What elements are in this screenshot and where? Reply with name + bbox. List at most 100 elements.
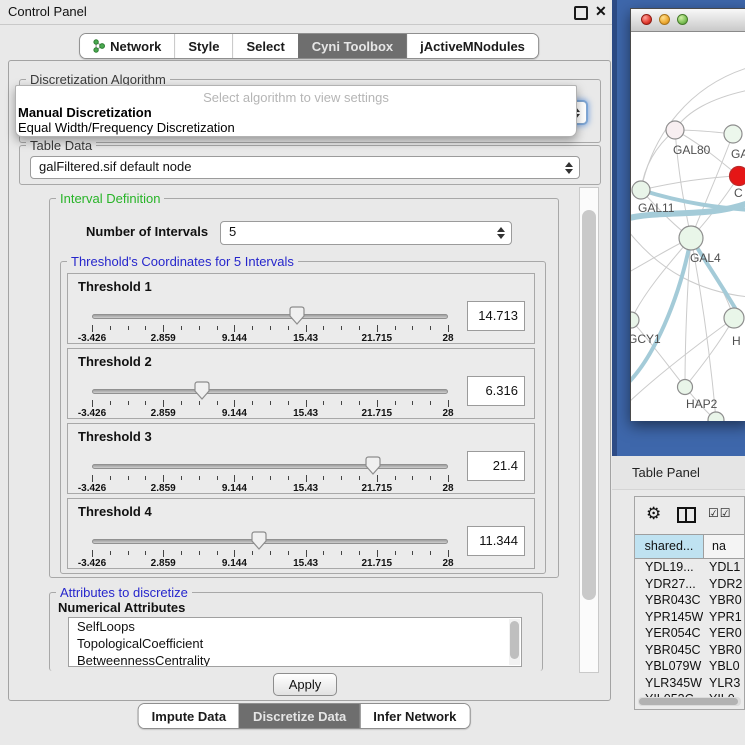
gear-icon[interactable]: ⚙ [646, 504, 661, 524]
network-node-gal80[interactable] [666, 121, 684, 139]
network-node-right[interactable] [724, 308, 744, 328]
cell-shared-name[interactable]: YPR145W [635, 609, 703, 626]
table-scrollbar-thumb[interactable] [639, 698, 738, 705]
slider-track[interactable] [92, 539, 448, 544]
table-row[interactable]: YBL079WYBL0 [635, 658, 744, 675]
cell-name[interactable]: YDR2 [703, 576, 744, 593]
algorithm-dropdown-popup: Select algorithm to view settings Manual… [15, 85, 577, 137]
table-row[interactable]: YER054CYER0 [635, 625, 744, 642]
threshold-slider[interactable]: -3.4262.8599.14415.4321.71528 [92, 385, 448, 417]
cell-name[interactable]: YBR0 [703, 592, 744, 609]
threshold-value-field[interactable]: 11.344 [467, 526, 525, 556]
threshold-slider[interactable]: -3.4262.8599.14415.4321.71528 [92, 310, 448, 342]
slider-tick [377, 325, 378, 332]
split-columns-icon[interactable] [677, 507, 696, 523]
list-scrollbar-thumb[interactable] [510, 621, 519, 659]
tab-style[interactable]: Style [174, 34, 232, 58]
minimize-traffic-light[interactable] [659, 14, 670, 25]
slider-track[interactable] [92, 464, 448, 469]
tab-impute-data[interactable]: Impute Data [139, 704, 239, 728]
threshold-label: Threshold 4 [78, 504, 152, 519]
attribute-item-betweennesscentrality[interactable]: BetweennessCentrality [69, 652, 521, 667]
slider-tick-label: 15.43 [293, 483, 318, 494]
slider-tick-label: 15.43 [293, 408, 318, 419]
slider-tick [341, 401, 342, 405]
close-traffic-light[interactable] [641, 14, 652, 25]
cell-name[interactable]: YPR1 [703, 609, 744, 626]
network-node-gal4[interactable] [679, 226, 703, 250]
panel-scrollbar-thumb[interactable] [582, 210, 596, 600]
apply-button[interactable]: Apply [273, 673, 337, 696]
network-node-hap2[interactable] [678, 380, 693, 395]
slider-tick [306, 550, 307, 557]
zoom-traffic-light[interactable] [677, 14, 688, 25]
slider-tick-label: 9.144 [222, 333, 247, 344]
slider-thumb[interactable] [365, 456, 381, 480]
numerical-attributes-list[interactable]: SelfLoopsTopologicalCoefficientBetweenne… [68, 617, 522, 667]
threshold-value-field[interactable]: 21.4 [467, 451, 525, 481]
slider-tick [128, 401, 129, 405]
threshold-value-field[interactable]: 14.713 [467, 301, 525, 331]
slider-tick [163, 550, 164, 557]
table-row[interactable]: YPR145WYPR1 [635, 609, 744, 626]
threshold-slider[interactable]: -3.4262.8599.14415.4321.71528 [92, 535, 448, 567]
table-row[interactable]: YDL19...YDL1 [635, 559, 744, 576]
slider-thumb[interactable] [194, 381, 210, 405]
network-node-bottom[interactable] [708, 412, 724, 421]
column-header-name[interactable]: na [704, 535, 744, 558]
tab-network[interactable]: Network [80, 34, 174, 58]
slider-tick-label: -3.426 [78, 558, 106, 569]
cell-shared-name[interactable]: YDL19... [635, 559, 703, 576]
panel-scrollbar[interactable] [579, 187, 599, 673]
dropdown-option-manual-discretization[interactable]: Manual Discretization [16, 105, 576, 120]
cell-shared-name[interactable]: YER054C [635, 625, 703, 642]
network-canvas[interactable]: GAL80 GA C GAL11 GAL4 GCY1 H HAP2 [631, 32, 745, 421]
slider-track[interactable] [92, 389, 448, 394]
network-window-titlebar [631, 9, 745, 32]
tab-discretize-data[interactable]: Discretize Data [239, 704, 359, 728]
tab-jactivemnodules[interactable]: jActiveMNodules [406, 34, 538, 58]
dropdown-option-equal-width-frequency-discretization[interactable]: Equal Width/Frequency Discretization [16, 120, 576, 135]
table-horizontal-scrollbar[interactable] [638, 697, 741, 706]
table-row[interactable]: YDR27...YDR2 [635, 576, 744, 593]
cell-shared-name[interactable]: YLR345W [635, 675, 703, 692]
network-node-red[interactable] [730, 167, 745, 186]
network-node-partial-top[interactable] [724, 125, 742, 143]
slider-thumb[interactable] [251, 531, 267, 555]
tab-infer-network[interactable]: Infer Network [359, 704, 469, 728]
cell-name[interactable]: YDL1 [703, 559, 744, 576]
column-header-shared[interactable]: shared... [635, 535, 704, 558]
slider-tick [128, 326, 129, 330]
table-data-select[interactable]: galFiltered.sif default node [30, 156, 580, 179]
cell-name[interactable]: YBL0 [703, 658, 744, 675]
select-columns-icon[interactable]: ☑☑ [708, 506, 732, 520]
list-scrollbar[interactable] [509, 619, 520, 665]
dropdown-hint: Select algorithm to view settings [16, 90, 576, 105]
cell-name[interactable]: YER0 [703, 625, 744, 642]
tab-select[interactable]: Select [232, 34, 297, 58]
cell-name[interactable]: YBR0 [703, 642, 744, 659]
float-window-icon[interactable] [574, 6, 588, 20]
cell-name[interactable]: YLR3 [703, 675, 744, 692]
cell-shared-name[interactable]: YBR045C [635, 642, 703, 659]
cell-shared-name[interactable]: YDR27... [635, 576, 703, 593]
close-icon[interactable]: ✕ [595, 3, 607, 19]
threshold-slider[interactable]: -3.4262.8599.14415.4321.71528 [92, 460, 448, 492]
table-row[interactable]: YLR345WYLR3 [635, 675, 744, 692]
table-row[interactable]: YBR045CYBR0 [635, 642, 744, 659]
network-node-gcy1[interactable] [631, 312, 639, 328]
slider-tick [110, 476, 111, 480]
tab-cyni-toolbox[interactable]: Cyni Toolbox [298, 34, 406, 58]
table-row[interactable]: YBR043CYBR0 [635, 592, 744, 609]
attribute-item-selfloops[interactable]: SelfLoops [69, 618, 521, 635]
network-node-gal11[interactable] [632, 181, 650, 199]
cell-shared-name[interactable]: YBL079W [635, 658, 703, 675]
slider-track[interactable] [92, 314, 448, 319]
slider-tick-label: 28 [442, 333, 453, 344]
cell-shared-name[interactable]: YBR043C [635, 592, 703, 609]
slider-thumb[interactable] [289, 306, 305, 330]
num-intervals-select[interactable]: 5 [220, 221, 512, 245]
attribute-item-topologicalcoefficient[interactable]: TopologicalCoefficient [69, 635, 521, 652]
threshold-value-field[interactable]: 6.316 [467, 376, 525, 406]
slider-tick [181, 401, 182, 405]
